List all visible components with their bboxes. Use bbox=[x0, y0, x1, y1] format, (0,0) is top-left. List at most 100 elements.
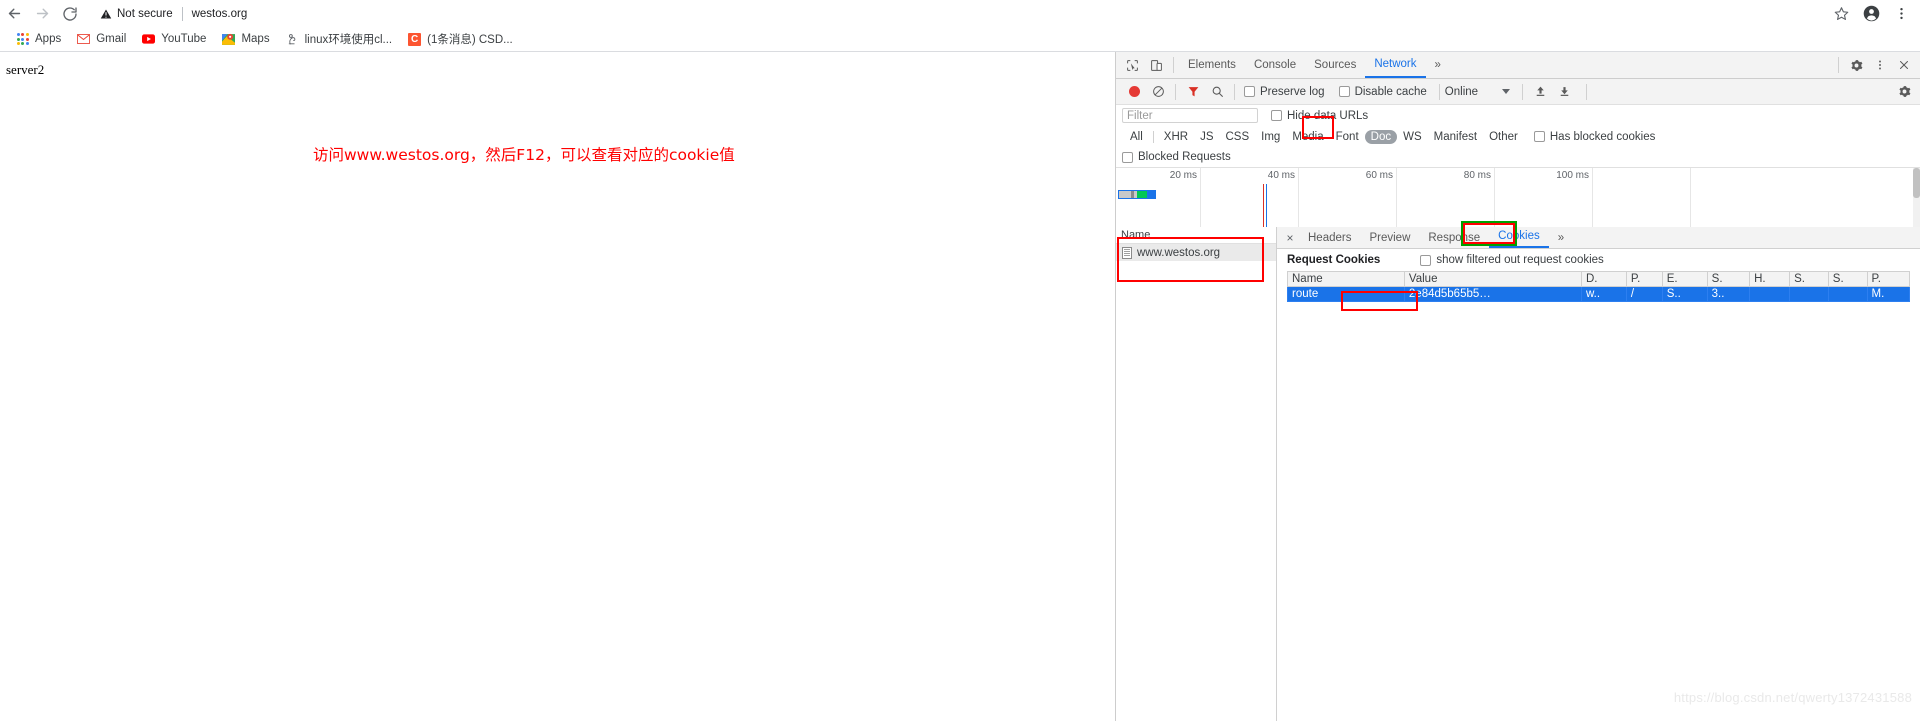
more-detail-tabs-button[interactable]: » bbox=[1549, 228, 1573, 248]
show-filtered-cookies-checkbox[interactable]: show filtered out request cookies bbox=[1420, 254, 1604, 266]
warning-triangle-icon bbox=[100, 9, 112, 18]
omnibox-separator bbox=[181, 6, 183, 21]
page-viewport: server2 访问www.westos.org，然后F12，可以查看对应的co… bbox=[0, 52, 1115, 721]
tab-elements[interactable]: Elements bbox=[1179, 53, 1245, 78]
request-list-column-header[interactable]: Name bbox=[1116, 227, 1276, 244]
bookmark-label: Maps bbox=[241, 33, 270, 45]
toolbar-divider-5 bbox=[1586, 83, 1588, 100]
bookmark-csdn[interactable]: C (1条消息) CSD... bbox=[400, 29, 521, 49]
security-indicator[interactable]: Not secure bbox=[100, 8, 173, 20]
tab-network[interactable]: Network bbox=[1365, 52, 1426, 78]
blocked-requests-row: Blocked Requests bbox=[1116, 147, 1920, 168]
col-secure[interactable]: S. bbox=[1789, 271, 1829, 287]
request-list-row[interactable]: www.westos.org bbox=[1116, 244, 1276, 261]
type-filter-all[interactable]: All bbox=[1124, 130, 1149, 144]
type-filter-doc[interactable]: Doc bbox=[1364, 129, 1398, 144]
three-dot-menu-icon[interactable] bbox=[1886, 0, 1916, 27]
tab-preview[interactable]: Preview bbox=[1360, 228, 1419, 248]
type-filter-ws[interactable]: WS bbox=[1397, 130, 1428, 144]
checkbox-box bbox=[1533, 131, 1545, 142]
toolbar-divider-3 bbox=[1438, 83, 1440, 100]
tab-cookies[interactable]: Cookies bbox=[1489, 227, 1549, 248]
document-icon bbox=[1122, 246, 1132, 259]
export-har-icon[interactable] bbox=[1552, 80, 1576, 104]
timeline-tick: 40 ms bbox=[1268, 168, 1299, 230]
col-path[interactable]: P. bbox=[1625, 271, 1663, 287]
domcontentloaded-marker bbox=[1263, 184, 1264, 230]
hide-data-urls-checkbox[interactable]: Hide data URLs bbox=[1271, 110, 1368, 122]
star-icon[interactable] bbox=[1826, 0, 1856, 27]
tabbar-divider bbox=[1173, 57, 1174, 73]
maps-pin-icon bbox=[222, 33, 236, 46]
throttling-select[interactable]: Online bbox=[1445, 86, 1511, 98]
col-domain[interactable]: D. bbox=[1580, 271, 1627, 287]
type-filter-other[interactable]: Other bbox=[1483, 130, 1524, 144]
bookmark-apps[interactable]: Apps bbox=[8, 29, 69, 49]
timeline-tick-label: 60 ms bbox=[1365, 170, 1393, 181]
request-name: www.westos.org bbox=[1137, 246, 1221, 259]
more-panels-button[interactable]: » bbox=[1426, 53, 1450, 78]
cookies-table-header-row: Name Value D. P. E. S. H. S. S. P. bbox=[1287, 271, 1910, 287]
bookmark-gmail[interactable]: Gmail bbox=[69, 29, 134, 49]
network-overview-timeline[interactable]: 20 ms 40 ms 60 ms 80 ms 100 ms bbox=[1116, 168, 1920, 231]
type-filter-xhr[interactable]: XHR bbox=[1158, 130, 1194, 144]
type-filter-media[interactable]: Media bbox=[1286, 130, 1329, 144]
blocked-requests-checkbox[interactable]: Blocked Requests bbox=[1122, 151, 1231, 163]
type-filter-font[interactable]: Font bbox=[1330, 130, 1365, 144]
cookie-name: route bbox=[1287, 286, 1405, 302]
type-divider bbox=[1152, 130, 1154, 143]
tabbar-divider-right bbox=[1838, 57, 1839, 73]
col-samesite[interactable]: S. bbox=[1827, 271, 1868, 287]
record-button[interactable] bbox=[1122, 80, 1146, 104]
type-filter-img[interactable]: Img bbox=[1255, 130, 1286, 144]
tab-response[interactable]: Response bbox=[1419, 228, 1489, 248]
search-icon[interactable] bbox=[1205, 80, 1229, 104]
inspect-cursor-icon[interactable] bbox=[1120, 53, 1144, 77]
has-blocked-cookies-checkbox[interactable]: Has blocked cookies bbox=[1533, 131, 1655, 143]
col-httponly[interactable]: H. bbox=[1749, 271, 1791, 287]
network-settings-gear-icon[interactable] bbox=[1892, 80, 1916, 104]
col-name[interactable]: Name bbox=[1287, 271, 1405, 287]
gmail-icon bbox=[77, 33, 91, 46]
preserve-log-checkbox[interactable]: Preserve log bbox=[1244, 86, 1325, 98]
request-list-panel: Name www.westos.org bbox=[1116, 227, 1277, 721]
site-icon bbox=[286, 33, 299, 46]
timeline-tick-label: 80 ms bbox=[1463, 170, 1491, 181]
col-size[interactable]: S. bbox=[1706, 271, 1751, 287]
address-bar[interactable]: Not secure westos.org bbox=[92, 2, 1826, 25]
type-filter-manifest[interactable]: Manifest bbox=[1428, 130, 1483, 144]
tab-headers[interactable]: Headers bbox=[1299, 228, 1360, 248]
cookie-row[interactable]: route 2e84d5b65b5… w.. / S.. 3.. M. bbox=[1287, 286, 1910, 302]
cookie-priority: M. bbox=[1866, 286, 1910, 302]
import-har-icon[interactable] bbox=[1528, 80, 1552, 104]
tab-console[interactable]: Console bbox=[1245, 53, 1305, 78]
type-filter-css[interactable]: CSS bbox=[1219, 130, 1255, 144]
bookmark-youtube[interactable]: YouTube bbox=[134, 29, 214, 49]
col-priority[interactable]: P. bbox=[1866, 271, 1910, 287]
checkbox-box bbox=[1420, 254, 1432, 266]
bookmark-linux-cl[interactable]: linux环境使用cl... bbox=[278, 29, 401, 49]
back-button[interactable] bbox=[0, 0, 28, 27]
reload-button[interactable] bbox=[56, 0, 84, 27]
tab-sources[interactable]: Sources bbox=[1305, 53, 1365, 78]
col-expires[interactable]: E. bbox=[1661, 271, 1708, 287]
timeline-tick: 20 ms bbox=[1170, 168, 1201, 230]
three-dot-menu-icon[interactable] bbox=[1868, 53, 1892, 77]
filter-funnel-icon[interactable] bbox=[1181, 80, 1205, 104]
forward-button[interactable] bbox=[28, 0, 56, 27]
profile-avatar-icon[interactable] bbox=[1856, 0, 1886, 27]
disable-cache-checkbox[interactable]: Disable cache bbox=[1338, 86, 1427, 98]
type-filter-js[interactable]: JS bbox=[1194, 130, 1219, 144]
filter-input[interactable]: Filter bbox=[1122, 108, 1258, 123]
bookmark-maps[interactable]: Maps bbox=[214, 29, 277, 49]
close-icon[interactable]: × bbox=[1281, 228, 1299, 248]
overview-scrollbar[interactable] bbox=[1913, 168, 1920, 230]
device-toggle-icon[interactable] bbox=[1144, 53, 1168, 77]
checkbox-box bbox=[1271, 110, 1282, 121]
gear-icon[interactable] bbox=[1844, 53, 1868, 77]
load-event-marker bbox=[1266, 184, 1267, 230]
close-icon[interactable] bbox=[1892, 53, 1916, 77]
col-value[interactable]: Value bbox=[1403, 271, 1582, 287]
preserve-log-label: Preserve log bbox=[1260, 85, 1325, 98]
clear-icon[interactable] bbox=[1146, 80, 1170, 104]
